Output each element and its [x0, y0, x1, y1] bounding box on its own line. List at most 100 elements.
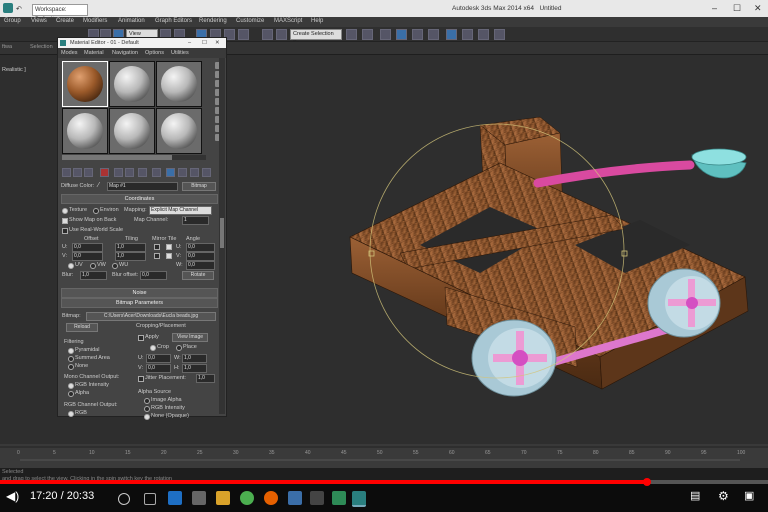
spinner-snap-icon[interactable]	[238, 29, 249, 40]
material-editor-window[interactable]: Material Editor - 01 - Default – ☐ ✕ Mod…	[57, 37, 227, 420]
material-id-icon[interactable]	[152, 168, 161, 177]
blur-field[interactable]: 1,0	[80, 271, 107, 280]
pyramidal-radio[interactable]	[68, 348, 74, 354]
firefox-icon[interactable]	[264, 491, 278, 505]
explorer-icon[interactable]	[216, 491, 230, 505]
sample-slot-3[interactable]	[156, 61, 202, 107]
v-tile-checkbox[interactable]	[166, 253, 172, 259]
coordinates-rollout[interactable]: Coordinates	[61, 194, 218, 204]
real-world-scale-checkbox[interactable]	[62, 228, 68, 234]
sample-slot-5[interactable]	[109, 108, 155, 154]
go-forward-sibling-icon[interactable]	[202, 168, 211, 177]
rear-wheel[interactable]	[647, 268, 721, 338]
u-crop-field[interactable]: 0,0	[146, 354, 171, 363]
map-channel-field[interactable]: 1	[182, 216, 209, 225]
app-icon-dark[interactable]	[310, 491, 324, 505]
map-type-button[interactable]: Bitmap	[182, 182, 216, 191]
workspace-dropdown[interactable]: Workspace: Default	[32, 4, 88, 23]
assign-material-icon[interactable]	[84, 168, 93, 177]
settings-gear-icon[interactable]: ⚙	[718, 489, 729, 503]
u-mirror-checkbox[interactable]	[154, 244, 160, 250]
undo-icon[interactable]: ↶	[16, 5, 22, 13]
menu-maxscript[interactable]: MAXScript	[274, 18, 302, 24]
alpha-radio[interactable]	[68, 391, 74, 397]
chrome-icon[interactable]	[240, 491, 254, 505]
menu-modifiers[interactable]: Modifiers	[83, 18, 107, 24]
make-unique-icon[interactable]	[125, 168, 134, 177]
teapot-icon[interactable]	[494, 29, 505, 40]
jitter-checkbox[interactable]	[138, 376, 144, 382]
u-tiling-field[interactable]: 1,0	[115, 243, 146, 252]
jitter-field[interactable]: 1,0	[196, 374, 215, 383]
w-crop-field[interactable]: 1,0	[182, 354, 207, 363]
u-angle-field[interactable]: 0,0	[186, 243, 215, 252]
video-progress-bar[interactable]	[0, 478, 768, 486]
u-offset-field[interactable]: 0,0	[72, 243, 103, 252]
3dsmax-taskbar-icon[interactable]	[352, 491, 366, 507]
none-opaque-radio[interactable]	[144, 414, 150, 420]
volume-icon[interactable]: ◀)	[6, 489, 19, 503]
material-editor-scrollbar[interactable]	[219, 58, 225, 414]
v-tiling-field[interactable]: 1,0	[115, 252, 146, 261]
sample-slot-scrollbar[interactable]	[62, 155, 206, 160]
render-icon[interactable]	[462, 29, 473, 40]
rgb-intensity-radio[interactable]	[68, 383, 74, 389]
med-menu-options[interactable]: Options	[145, 50, 164, 56]
show-map-icon[interactable]	[166, 168, 175, 177]
apply-checkbox[interactable]	[138, 335, 144, 341]
rotate-button[interactable]: Rotate	[182, 271, 214, 280]
v-crop-field[interactable]: 0,0	[146, 364, 171, 373]
layer-icon[interactable]	[362, 29, 373, 40]
view-image-button[interactable]: View Image	[172, 333, 208, 342]
menu-create[interactable]: Create	[56, 18, 74, 24]
mapping-dropdown[interactable]: Explicit Map Channel	[149, 206, 212, 215]
med-menu-utilities[interactable]: Utilities	[171, 50, 189, 56]
app-icon[interactable]	[3, 3, 13, 13]
rgb-radio[interactable]	[68, 411, 74, 417]
named-selection-icon[interactable]	[262, 29, 273, 40]
align-icon[interactable]	[346, 29, 357, 40]
maximize-icon[interactable]: ☐	[733, 3, 741, 14]
sample-slot-6[interactable]	[156, 108, 202, 154]
app-icon-green[interactable]	[332, 491, 346, 505]
menu-views[interactable]: Views	[31, 18, 47, 24]
sample-slot-2[interactable]	[109, 61, 155, 107]
map-name-field[interactable]: Map #1	[107, 182, 178, 191]
rgb-intensity-alpha-radio[interactable]	[144, 406, 150, 412]
reset-map-icon[interactable]	[100, 168, 109, 177]
vw-radio[interactable]	[90, 263, 96, 269]
bitmap-path-button[interactable]: C:\Users\Acer\Downloads\Eucla beads.jpg	[86, 312, 216, 321]
schematic-icon[interactable]	[396, 29, 407, 40]
v-angle-field[interactable]: 0,0	[186, 252, 215, 261]
mail-icon[interactable]	[288, 491, 302, 505]
miniplayer-icon[interactable]: ▣	[744, 489, 754, 502]
wu-radio[interactable]	[112, 263, 118, 269]
selection-set-dropdown[interactable]: Create Selection Se	[290, 29, 342, 46]
put-to-library-icon[interactable]	[138, 168, 147, 177]
render-setup-icon[interactable]	[428, 29, 439, 40]
v-offset-field[interactable]: 0,0	[72, 252, 103, 261]
material-editor-minimize-icon[interactable]: –	[188, 38, 191, 48]
time-slider[interactable]: 0 5 10 15 20 25 30 35 40 45 50 55 60 65 70 75 80 85 90 95 10…	[0, 448, 768, 468]
front-wheel[interactable]	[471, 319, 557, 397]
summed-area-radio[interactable]	[68, 356, 74, 362]
menu-graph-editors[interactable]: Graph Editors	[155, 18, 192, 24]
med-menu-material[interactable]: Material	[84, 50, 104, 56]
go-to-parent-icon[interactable]	[190, 168, 199, 177]
uv-radio[interactable]	[68, 263, 74, 269]
menu-animation[interactable]: Animation	[118, 18, 145, 24]
med-menu-navigation[interactable]: Navigation	[112, 50, 138, 56]
material-editor-titlebar[interactable]: Material Editor - 01 - Default – ☐ ✕	[58, 38, 226, 48]
get-material-icon[interactable]	[62, 168, 71, 177]
none-filter-radio[interactable]	[68, 364, 74, 370]
bitmap-parameters-rollout[interactable]: Bitmap Parameters	[61, 298, 218, 308]
render-production-icon[interactable]	[478, 29, 489, 40]
crop-radio[interactable]	[150, 345, 156, 351]
reload-button[interactable]: Reload	[66, 323, 98, 332]
scroll-thumb[interactable]	[220, 218, 224, 248]
material-editor-maximize-icon[interactable]: ☐	[202, 38, 207, 48]
material-editor-close-icon[interactable]: ✕	[215, 38, 220, 48]
menu-group[interactable]: Group	[4, 18, 21, 24]
blur-offset-field[interactable]: 0,0	[140, 271, 167, 280]
environ-radio[interactable]	[93, 208, 99, 214]
